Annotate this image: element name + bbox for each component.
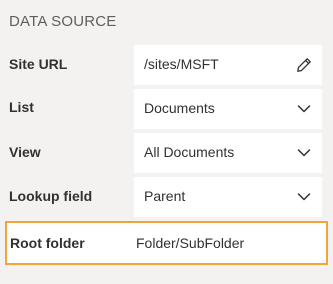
- pencil-icon[interactable]: [296, 57, 312, 73]
- site-url-field[interactable]: /sites/MSFT: [134, 45, 322, 85]
- lookup-field-value: Parent: [144, 188, 186, 204]
- lookup-field-label: Lookup field: [9, 188, 93, 204]
- list-value: Documents: [144, 100, 215, 116]
- root-folder-label: Root folder: [10, 235, 85, 251]
- site-url-value: /sites/MSFT: [144, 56, 219, 72]
- root-folder-value: Folder/SubFolder: [136, 235, 245, 251]
- view-dropdown[interactable]: All Documents: [134, 133, 322, 173]
- site-url-label: Site URL: [9, 56, 68, 72]
- list-dropdown[interactable]: Documents: [134, 89, 322, 129]
- section-title: DATA SOURCE: [9, 13, 117, 30]
- data-source-panel: DATA SOURCE Site URL /sites/MSFT List Do…: [0, 0, 333, 284]
- root-folder-highlight: Root folder Folder/SubFolder: [5, 221, 328, 265]
- root-folder-field[interactable]: Folder/SubFolder: [134, 224, 324, 262]
- view-label: View: [9, 144, 41, 160]
- chevron-down-icon[interactable]: [296, 145, 312, 161]
- chevron-down-icon[interactable]: [296, 189, 312, 205]
- list-label: List: [9, 99, 34, 115]
- view-value: All Documents: [144, 144, 235, 160]
- lookup-field-dropdown[interactable]: Parent: [134, 177, 322, 217]
- chevron-down-icon[interactable]: [296, 101, 312, 117]
